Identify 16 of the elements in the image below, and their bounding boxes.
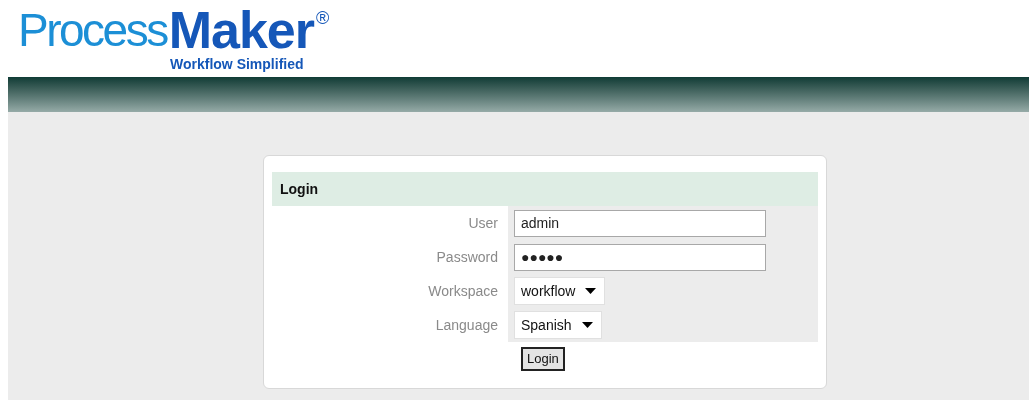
login-button[interactable]: Login <box>521 346 565 371</box>
caret-icon <box>581 322 593 328</box>
field-label: User <box>468 213 498 233</box>
tagline: Workflow Simplified <box>170 56 304 72</box>
text-field[interactable]: ●●●●● <box>514 243 766 271</box>
text-field[interactable]: admin <box>514 209 766 237</box>
dropdown[interactable]: Spanish <box>514 311 602 339</box>
field-label: Password <box>436 247 498 267</box>
registered-mark: ® <box>316 8 330 28</box>
field-label: Language <box>435 315 498 335</box>
card-title: Login <box>280 179 319 199</box>
logo-text: Process <box>18 3 167 58</box>
dropdown[interactable]: workflow <box>514 277 606 305</box>
logo-text: Maker <box>168 2 314 58</box>
field-label: Workspace <box>428 281 498 301</box>
caret-icon <box>585 288 597 294</box>
